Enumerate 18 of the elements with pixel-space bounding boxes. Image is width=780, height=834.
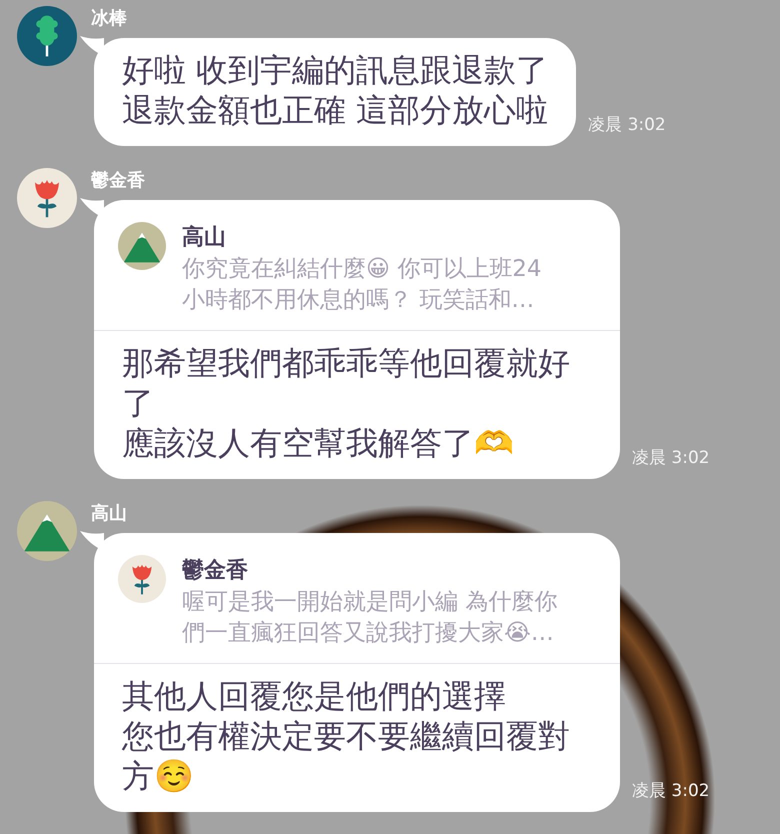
sender-name: 鬱金香	[91, 169, 146, 192]
message-time: 凌晨 3:02	[588, 114, 666, 136]
message-text: 好啦 收到宇編的訊息跟退款了	[122, 50, 548, 90]
message-time: 凌晨 3:02	[632, 780, 710, 802]
quoted-text: 你究竟在糾結什麼😀 你可以上班24小時都不用休息的嗎？ 玩笑話和…	[182, 255, 543, 315]
quoted-text: 喔可是我一開始就是問小編 為什麼你們一直瘋狂回答又說我打擾大家😭…	[182, 588, 558, 648]
message-text: 應該沒人有空幫我解答了🫶	[122, 423, 515, 463]
avatar-icon[interactable]	[118, 222, 166, 270]
sender-name: 冰棒	[91, 7, 128, 30]
message-text: 退款金額也正確 這部分放心啦	[122, 90, 548, 130]
message-text: 您也有權決定要不要繼續回覆對方☺	[122, 716, 571, 796]
message-text: 其他人回覆您是他們的選擇	[122, 676, 507, 716]
message-time: 凌晨 3:02	[632, 447, 710, 469]
sender-name: 高山	[91, 502, 128, 525]
quoted-sender: 高山	[182, 224, 227, 252]
avatar-icon[interactable]	[118, 555, 166, 603]
message-text: 那希望我們都乖乖等他回覆就好了	[122, 343, 571, 423]
quoted-sender: 鬱金香	[182, 557, 249, 585]
